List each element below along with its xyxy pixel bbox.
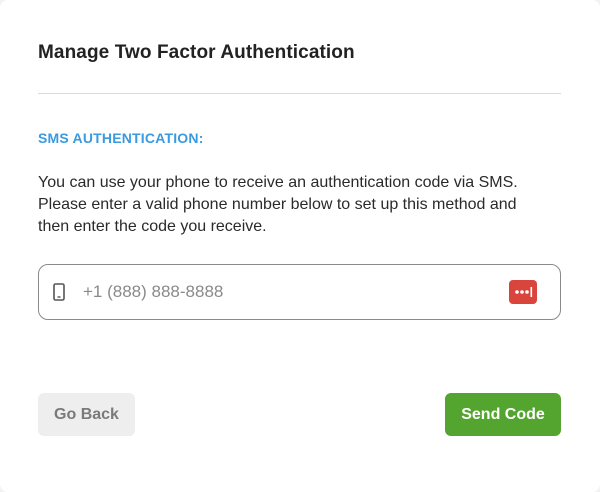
two-factor-dialog: Manage Two Factor Authentication SMS AUT… bbox=[0, 0, 600, 492]
description-line: then enter the code you receive. bbox=[38, 218, 267, 235]
dialog-title: Manage Two Factor Authentication bbox=[38, 42, 355, 63]
send-code-button[interactable]: Send Code bbox=[445, 393, 561, 436]
go-back-button[interactable]: Go Back bbox=[38, 393, 135, 436]
password-manager-icon[interactable] bbox=[509, 280, 537, 304]
mobile-phone-icon bbox=[53, 283, 65, 301]
title-divider bbox=[38, 93, 561, 94]
phone-number-input[interactable] bbox=[83, 279, 483, 305]
phone-number-field[interactable] bbox=[38, 264, 561, 320]
description-line: You can use your phone to receive an aut… bbox=[38, 174, 518, 191]
section-label: SMS AUTHENTICATION: bbox=[38, 130, 204, 146]
description-text: You can use your phone to receive an aut… bbox=[38, 172, 568, 238]
description-line: Please enter a valid phone number below … bbox=[38, 196, 517, 213]
